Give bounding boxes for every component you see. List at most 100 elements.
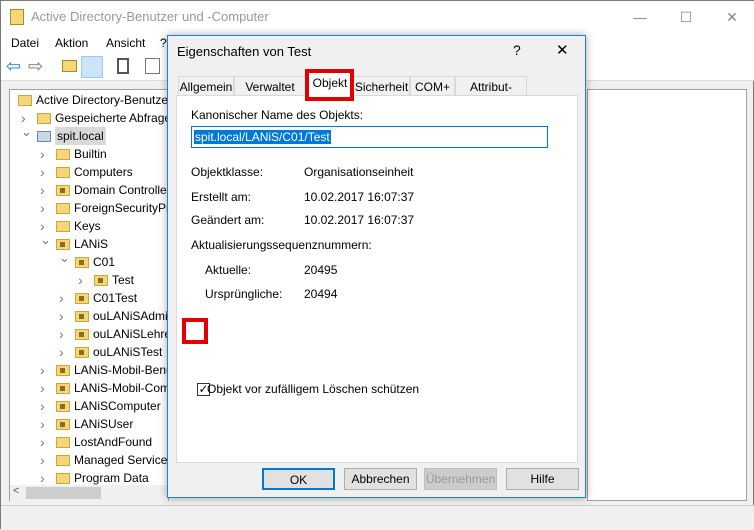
forward-icon[interactable]: ⇨ [28, 57, 43, 75]
tree-item[interactable]: ⌄ LANiS [10, 232, 168, 253]
tree-item[interactable]: › LANiSUser [10, 415, 168, 433]
folder-icon [56, 455, 70, 466]
chevron-right-icon[interactable]: › [59, 325, 69, 343]
chevron-down-icon[interactable]: ⌄ [59, 249, 70, 267]
tree-item-label: LANiSUser [74, 417, 134, 431]
objektklasse-value: Organisationseinheit [304, 165, 414, 179]
tree-item-label: ouLANiSTest [93, 345, 163, 359]
tree-item-label: LANiS-Mobil-Computer [74, 381, 169, 395]
chevron-right-icon[interactable]: › [59, 289, 69, 307]
tree-item[interactable]: Active Directory-Benutzer [10, 91, 168, 109]
up-folder-icon[interactable] [62, 60, 77, 72]
chevron-right-icon[interactable]: › [40, 163, 50, 181]
tree-item-label: Computers [74, 165, 133, 179]
geaendert-label: Geändert am: [191, 213, 265, 227]
scroll-left-icon[interactable]: < [13, 485, 19, 497]
tree-item-label: Managed Service Accounts [74, 453, 168, 467]
tree-item-label: ouLANiSLehrer [93, 327, 169, 341]
chevron-down-icon[interactable]: ⌄ [40, 231, 51, 249]
tree-item[interactable]: › LANiS-Mobil-Computer [10, 379, 168, 397]
protect-label[interactable]: Objekt vor zufälligem Löschen schützen [207, 382, 419, 396]
chevron-right-icon[interactable]: › [40, 379, 50, 397]
chevron-right-icon[interactable]: › [40, 397, 50, 415]
domain-icon [37, 131, 51, 142]
tree-item-label: Keys [74, 219, 101, 233]
chevron-down-icon[interactable]: ⌄ [21, 123, 32, 141]
tree-item[interactable]: › C01Test [10, 289, 168, 307]
canonical-name-field[interactable]: spit.local/LANiS/C01/Test [191, 126, 548, 148]
scroll-thumb[interactable] [26, 487, 101, 499]
canonical-name-label: Kanonischer Name des Objekts: [191, 108, 364, 122]
folder-icon [56, 221, 70, 232]
tree-item[interactable]: › Computers [10, 163, 168, 181]
tree-item[interactable]: › ouLANiSTest [10, 343, 168, 361]
tree-item[interactable]: › ForeignSecurityPrincipals [10, 199, 168, 217]
menu-help[interactable]: ? [160, 36, 167, 50]
tree-item-label: Domain Controllers [74, 183, 169, 197]
chevron-right-icon[interactable]: › [40, 361, 50, 379]
folder-icon [56, 437, 70, 448]
back-icon[interactable]: ⇦ [6, 57, 21, 75]
menu-aktion[interactable]: Aktion [55, 36, 88, 50]
help-button[interactable]: Hilfe [506, 468, 579, 490]
dialog-help-button[interactable]: ? [513, 42, 521, 58]
highlight-checkbox [182, 318, 208, 344]
cancel-button[interactable]: Abbrechen [344, 468, 417, 490]
dialog-close-button[interactable]: ✕ [556, 41, 569, 59]
chevron-right-icon[interactable]: › [40, 145, 50, 163]
menu-ansicht[interactable]: Ansicht [106, 36, 145, 50]
geaendert-value: 10.02.2017 16:07:37 [304, 213, 415, 227]
tree-item[interactable]: ⌄ spit.local [10, 124, 168, 145]
tree-item-label: LANiS-Mobil-Benutzer [74, 363, 168, 377]
snapin-icon [18, 95, 32, 106]
tree-item-label: C01 [93, 255, 116, 269]
show-tree-icon[interactable] [81, 56, 103, 78]
chevron-right-icon[interactable]: › [40, 415, 50, 433]
maximize-button[interactable]: ☐ [663, 1, 709, 33]
chevron-right-icon[interactable]: › [40, 433, 50, 451]
tree-item-label: spit.local [55, 127, 106, 145]
tree-item-label: Gespeicherte Abfragen [55, 111, 169, 125]
ou-icon [56, 419, 70, 430]
ok-button[interactable]: OK [262, 468, 335, 490]
horizontal-scrollbar[interactable]: < [10, 485, 168, 501]
dialog-title: Eigenschaften von Test [177, 44, 312, 59]
tree-item-label: ouLANiSAdmin [93, 309, 169, 323]
tree-item-label: C01Test [93, 291, 138, 305]
highlight-objekt-tab [305, 69, 354, 101]
app-icon [10, 9, 24, 25]
chevron-right-icon[interactable]: › [40, 451, 50, 469]
ou-icon [56, 383, 70, 394]
chevron-right-icon[interactable]: › [40, 199, 50, 217]
tree-item[interactable]: › Keys [10, 217, 168, 235]
tree-item[interactable]: › ouLANiSLehrer [10, 325, 168, 343]
tree-item[interactable]: › Builtin [10, 145, 168, 163]
folder-icon [37, 113, 51, 124]
tree-item[interactable]: › Test [10, 271, 168, 289]
objektklasse-label: Objektklasse: [191, 165, 264, 179]
folder-icon [56, 203, 70, 214]
tree-item-label: ForeignSecurityPrincipals [74, 201, 168, 215]
minimize-button[interactable]: — [617, 1, 663, 33]
chevron-right-icon[interactable]: › [59, 343, 69, 361]
tree-item[interactable]: › LANiS-Mobil-Benutzer [10, 361, 168, 379]
tree-item[interactable]: › Domain Controllers [10, 181, 168, 199]
close-button[interactable]: ✕ [709, 1, 754, 33]
tree-item[interactable]: › ouLANiSAdmin [10, 307, 168, 325]
tree-item[interactable]: ⌄ C01 [10, 250, 168, 271]
chevron-right-icon[interactable]: › [40, 181, 50, 199]
tree-item-label: LANiSComputer [74, 399, 161, 413]
erstellt-label: Erstellt am: [191, 190, 252, 204]
tree-item[interactable]: › LANiSComputer [10, 397, 168, 415]
properties-icon[interactable] [145, 58, 160, 74]
tree-item[interactable]: › Gespeicherte Abfragen [10, 109, 168, 127]
folder-icon [56, 473, 70, 484]
tree-item[interactable]: › Managed Service Accounts [10, 451, 168, 469]
menu-datei[interactable]: Datei [11, 36, 39, 50]
chevron-right-icon[interactable]: › [78, 271, 88, 289]
chevron-right-icon[interactable]: › [59, 307, 69, 325]
clipboard-icon[interactable] [117, 58, 129, 74]
tree-item-label: Builtin [74, 147, 107, 161]
tree-item[interactable]: › LostAndFound [10, 433, 168, 451]
erstellt-value: 10.02.2017 16:07:37 [304, 190, 415, 204]
